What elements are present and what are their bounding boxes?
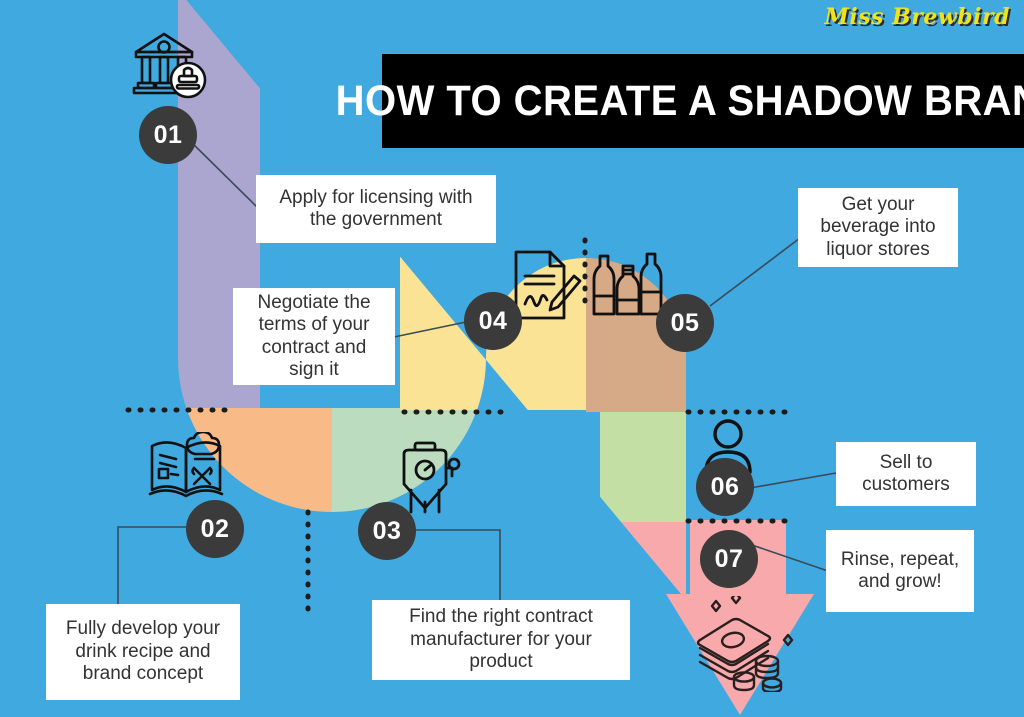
- step-callout-02: Fully develop your drink recipe and bran…: [46, 604, 240, 700]
- step-badge-06[interactable]: 06: [696, 458, 754, 516]
- connector-06: [749, 472, 837, 489]
- step-callout-06: Sell to customers: [836, 442, 976, 506]
- cash-money-icon: [688, 596, 798, 692]
- step-badge-01[interactable]: 01: [139, 106, 197, 164]
- liquor-bottles-icon: [592, 248, 664, 326]
- connector-03: [412, 529, 501, 600]
- connector-04: [393, 321, 467, 338]
- connector-05: [709, 237, 801, 307]
- step-badge-04[interactable]: 04: [464, 292, 522, 350]
- connector-07: [751, 544, 829, 572]
- infographic-canvas: Miss Brewbird HOW TO CREATE A SHADOW BRA…: [0, 0, 1024, 717]
- step-badge-03[interactable]: 03: [358, 502, 416, 560]
- step-callout-07: Rinse, repeat, and grow!: [826, 530, 974, 612]
- arrow-head-step-07: [666, 594, 814, 715]
- step-badge-05[interactable]: 05: [656, 294, 714, 352]
- step-callout-01: Apply for licensing with the government: [256, 175, 496, 243]
- band-step-06: [600, 412, 686, 522]
- step-badge-07[interactable]: 07: [700, 530, 758, 588]
- page-title: HOW TO CREATE A SHADOW BRAND: [335, 76, 1024, 125]
- title-bar: HOW TO CREATE A SHADOW BRAND: [335, 54, 1024, 148]
- step-badge-02[interactable]: 02: [186, 500, 244, 558]
- step-callout-05: Get your beverage into liquor stores: [798, 188, 958, 267]
- step-callout-03: Find the right contract manufacturer for…: [372, 600, 630, 680]
- connector-01: [185, 136, 259, 209]
- government-building-stamp-icon: [130, 28, 208, 100]
- brand-logo: Miss Brewbird: [824, 4, 1010, 30]
- step-callout-04: Negotiate the terms of your contract and…: [233, 288, 395, 385]
- recipe-book-chef-icon: [148, 432, 230, 504]
